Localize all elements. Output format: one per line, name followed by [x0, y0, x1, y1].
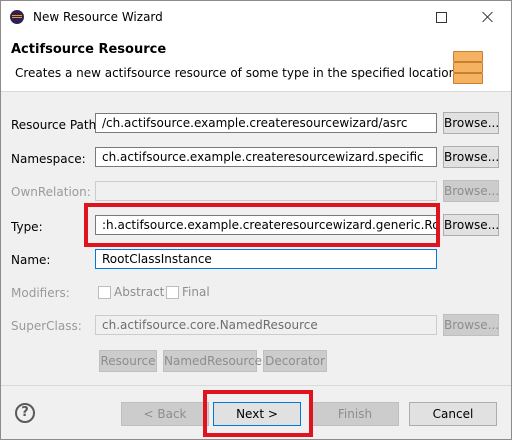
namespace-browse-button[interactable]: Browse...: [443, 146, 499, 168]
superclass-decorator-button: Decorator: [263, 350, 327, 372]
footer-separator: [1, 385, 511, 386]
finish-button: Finish: [311, 402, 399, 426]
resource-path-label: Resource Path:: [11, 118, 101, 132]
name-input[interactable]: RootClassInstance: [95, 249, 437, 269]
type-label: Type:: [11, 220, 43, 234]
window-title: New Resource Wizard: [33, 10, 163, 24]
modifiers-label: Modifiers:: [11, 286, 70, 300]
next-button[interactable]: Next >: [213, 402, 301, 426]
superclass-browse-button: Browse...: [443, 314, 499, 336]
wizard-header: Actifsource Resource Creates a new actif…: [1, 33, 511, 92]
type-browse-button[interactable]: Browse...: [443, 214, 499, 236]
close-button[interactable]: [465, 1, 511, 33]
superclass-namedresource-button: NamedResource: [163, 350, 262, 372]
abstract-checkbox-label: Abstract: [114, 285, 165, 299]
header-description: Creates a new actifsource resource of so…: [15, 66, 461, 80]
superclass-resource-button: Resource: [99, 350, 157, 372]
cancel-button[interactable]: Cancel: [409, 402, 497, 426]
own-relation-input: [95, 181, 437, 201]
superclass-label: SuperClass:: [11, 319, 82, 333]
back-button: < Back: [121, 402, 209, 426]
own-relation-browse-button: Browse...: [443, 180, 499, 202]
superclass-input: ch.actifsource.core.NamedResource: [95, 315, 437, 335]
header-title: Actifsource Resource: [11, 42, 167, 57]
wizard-window: New Resource Wizard Actifsource Resource…: [0, 0, 512, 440]
resource-path-input[interactable]: /ch.actifsource.example.createresourcewi…: [95, 113, 437, 133]
name-label: Name:: [11, 253, 51, 267]
resource-stack-icon: [453, 51, 483, 85]
abstract-checkbox: [98, 286, 111, 299]
final-checkbox-label: Final: [182, 285, 210, 299]
resource-path-browse-button[interactable]: Browse...: [443, 112, 499, 134]
help-icon[interactable]: ?: [15, 403, 35, 423]
final-checkbox: [166, 286, 179, 299]
own-relation-label: OwnRelation:: [11, 185, 91, 199]
type-input[interactable]: :h.actifsource.example.createresourcewiz…: [95, 215, 437, 235]
maximize-button[interactable]: [418, 1, 464, 33]
title-bar: New Resource Wizard: [1, 1, 511, 33]
namespace-input[interactable]: ch.actifsource.example.createresourcewiz…: [95, 147, 437, 167]
namespace-label: Namespace:: [11, 152, 86, 166]
eclipse-icon: [10, 10, 24, 24]
